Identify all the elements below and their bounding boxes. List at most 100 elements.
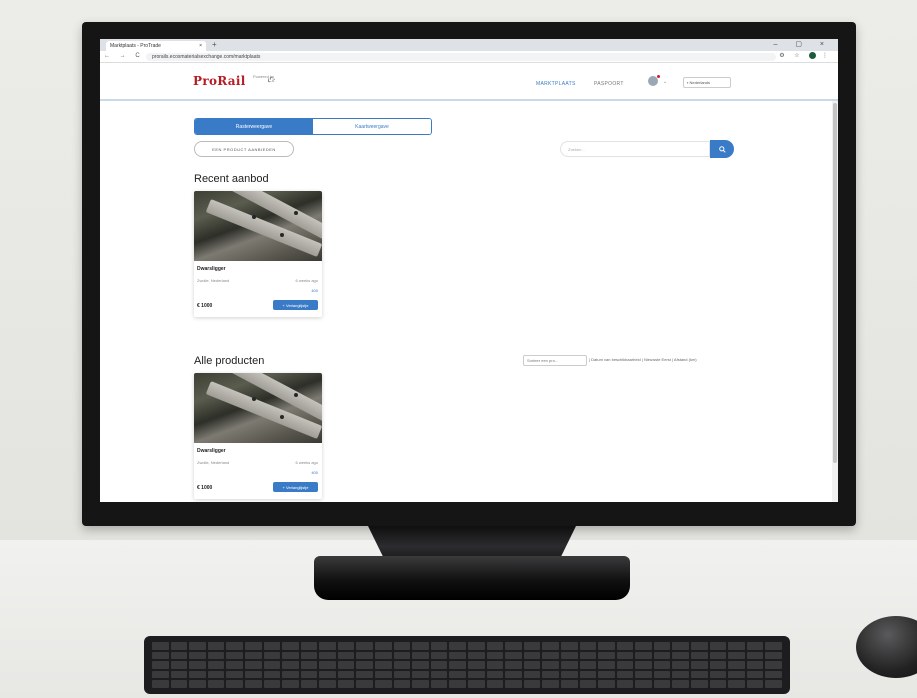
keyboard-key — [598, 642, 615, 650]
product-quantity: 400 — [311, 470, 318, 475]
prorail-logo[interactable]: ProRail — [193, 74, 246, 88]
monitor-base — [314, 556, 630, 600]
url-input[interactable]: prorails.ecosmaterialsexchange.com/markt… — [146, 53, 776, 61]
browser-tab[interactable]: Marktplaats - ProTrade × — [106, 41, 206, 51]
keyboard-key — [746, 642, 764, 650]
keyboard-key — [319, 661, 336, 669]
keyboard-key — [412, 651, 429, 660]
product-time: 6 weeks ago — [295, 278, 318, 283]
keyboard-key — [244, 670, 262, 679]
profile-icon[interactable] — [809, 52, 817, 59]
keyboard-key — [523, 642, 541, 650]
tab-raster-view[interactable]: Rasterweergave — [195, 119, 313, 134]
keyboard-key — [653, 661, 671, 669]
keyboard-key — [152, 670, 169, 679]
keyboard-key — [430, 642, 448, 650]
chevron-down-icon[interactable]: ⌄ — [663, 79, 667, 85]
section-title-recent: Recent aanbod — [194, 173, 269, 185]
keyboard-key — [226, 670, 243, 679]
keyboard-key — [375, 661, 392, 669]
keyboard-key — [709, 670, 727, 679]
keyboard-key — [616, 661, 634, 669]
search-button[interactable] — [710, 140, 734, 158]
keyboard-key — [300, 661, 318, 669]
section-title-all: Alle producten — [194, 355, 265, 367]
language-select[interactable]: ▪ Nederlands — [683, 77, 731, 88]
view-toggle: Rasterweergave Kaartweergave — [194, 118, 432, 135]
keyboard-key — [207, 651, 225, 660]
keyboard-key — [505, 661, 522, 669]
keyboard-key — [319, 642, 336, 650]
keyboard-key — [282, 661, 299, 669]
keyboard-key — [337, 661, 355, 669]
star-icon[interactable]: ☆ — [794, 53, 803, 59]
sort-options[interactable]: | Datum van beschikbaarheid | Nieuwste E… — [589, 357, 697, 362]
keyboard-key — [282, 680, 299, 688]
keyboard-key — [152, 661, 169, 669]
address-bar: ← → C prorails.ecosmaterialsexchange.com… — [100, 51, 838, 63]
nav-buttons-icon[interactable]: ← → C — [104, 53, 144, 59]
keyboard-key — [152, 642, 169, 650]
partner-logo-icon: ℭ𝔢 — [267, 76, 275, 84]
keyboard-key — [672, 680, 690, 688]
keyboard-key — [319, 670, 336, 679]
keyboard-key — [189, 670, 206, 679]
keyboard-key — [616, 670, 634, 679]
tab-close-icon[interactable]: × — [199, 43, 202, 49]
keyboard-key — [523, 651, 541, 660]
menu-icon[interactable]: ⋮ — [822, 53, 832, 59]
site-header: ProRail Powered by ℭ𝔢 MARKTPLAATS PASPOO… — [100, 63, 838, 101]
keyboard-key — [542, 642, 559, 650]
search-input[interactable]: Zoeken... — [560, 141, 710, 157]
keyboard-key — [765, 670, 782, 679]
window-controls[interactable]: – ▢ × — [774, 40, 832, 48]
scrollbar-thumb[interactable] — [833, 103, 837, 463]
product-location: Zwolle, Nederland — [197, 460, 230, 465]
nav-marktplaats[interactable]: MARKTPLAATS — [536, 81, 576, 87]
sort-select[interactable]: Sorteer een pro... — [523, 355, 587, 366]
keyboard-key — [505, 680, 522, 688]
product-card[interactable]: Dwarsligger Zwolle, Nederland 6 weeks ag… — [194, 373, 322, 499]
tab-map-view[interactable]: Kaartweergave — [313, 119, 431, 134]
wishlist-button[interactable]: + Verlanglijstje — [273, 482, 318, 492]
keyboard-key — [560, 680, 578, 688]
keyboard-key — [505, 651, 522, 660]
keyboard-key — [449, 680, 466, 688]
keyboard-key — [486, 642, 504, 650]
add-product-button[interactable]: EEN PRODUCT AANBIEDEN — [194, 141, 294, 157]
keyboard-key — [746, 680, 764, 688]
keyboard-key — [616, 642, 634, 650]
keyboard-key — [523, 670, 541, 679]
keyboard-key — [375, 680, 392, 688]
keyboard-key — [653, 642, 671, 650]
keyboard-key — [356, 651, 374, 660]
product-image — [194, 191, 322, 261]
keyboard-key — [170, 680, 188, 688]
product-card[interactable]: Dwarsligger Zwolle, Nederland 6 weeks ag… — [194, 191, 322, 317]
wishlist-button[interactable]: + Verlanglijstje — [273, 300, 318, 310]
keyboard-key — [579, 670, 597, 679]
keyboard-key — [375, 670, 392, 679]
keyboard-key — [393, 680, 411, 688]
keyboard-key — [616, 680, 634, 688]
keyboard-key — [337, 642, 355, 650]
keyboard-key — [486, 651, 504, 660]
keyboard-key — [728, 670, 745, 679]
keyboard-key — [468, 642, 485, 650]
product-quantity: 400 — [311, 288, 318, 293]
keyboard-key — [560, 651, 578, 660]
new-tab-icon[interactable]: + — [212, 40, 217, 49]
extensions-icon[interactable]: ⚙ — [779, 53, 788, 59]
keyboard-key — [691, 661, 708, 669]
keyboard-key — [579, 680, 597, 688]
keyboard-key — [653, 680, 671, 688]
monitor: Marktplaats - ProTrade × + – ▢ × ← → C p… — [82, 22, 856, 526]
nav-paspoort[interactable]: PASPOORT — [594, 81, 624, 87]
browser-actions: ⚙ ☆ ⋮ — [779, 52, 832, 59]
keyboard-key — [449, 670, 466, 679]
keyboard-key — [412, 661, 429, 669]
keyboard-key — [244, 651, 262, 660]
notification-dot-icon — [657, 75, 660, 78]
keyboard-key — [244, 661, 262, 669]
keyboard-key — [542, 670, 559, 679]
